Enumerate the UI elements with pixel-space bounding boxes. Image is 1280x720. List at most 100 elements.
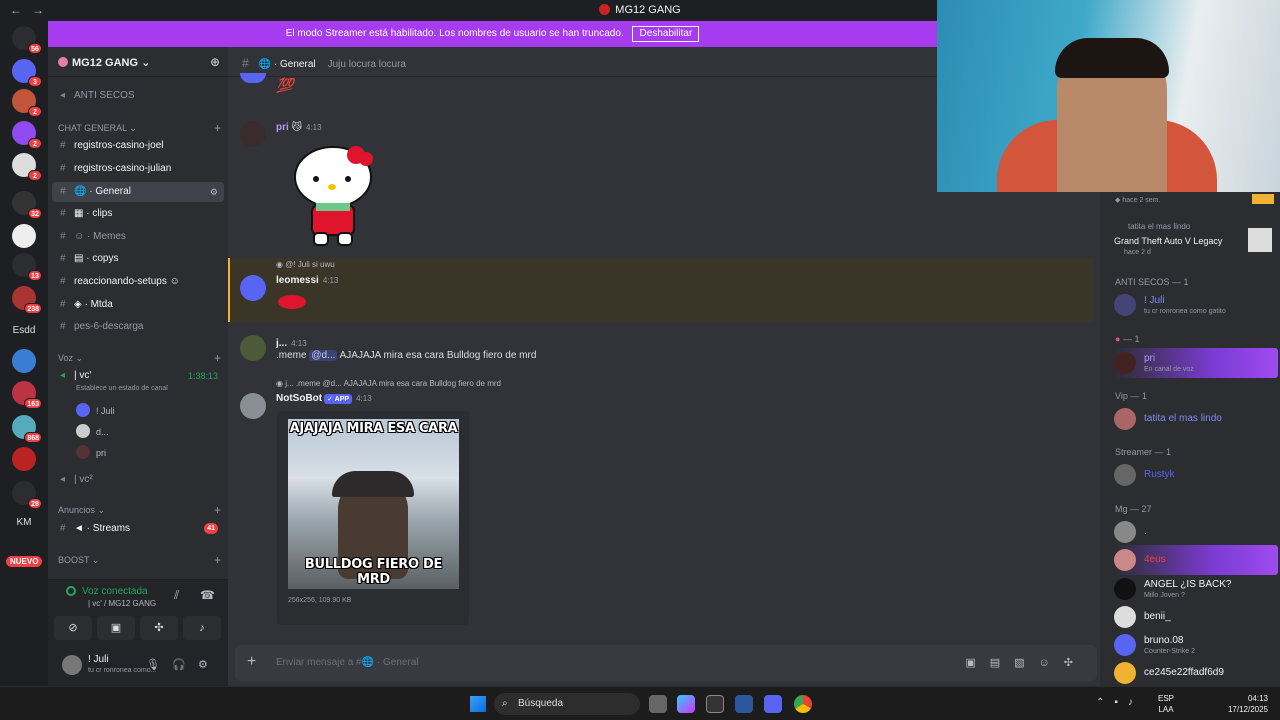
- server-icon[interactable]: [12, 224, 36, 248]
- message-author[interactable]: leomessi: [276, 275, 319, 286]
- member-row[interactable]: benii_: [1114, 602, 1278, 632]
- category-voz[interactable]: Voz ⌄ +: [58, 351, 223, 365]
- app-tray-icon[interactable]: ▪: [1114, 697, 1128, 708]
- channel-registros-casino-julian[interactable]: # registros-casino-julian: [52, 159, 224, 179]
- server-icon-text[interactable]: KM: [10, 511, 38, 535]
- category-chat-general[interactable]: CHAT GENERAL ⌄ +: [58, 121, 223, 135]
- server-icon[interactable]: 868: [12, 415, 42, 443]
- message-author[interactable]: j...: [276, 338, 287, 349]
- apps-icon[interactable]: ✣: [1064, 657, 1087, 669]
- meme-image[interactable]: AJAJAJA MIRA ESA CARA BULLDOG FIERO DE M…: [288, 419, 459, 589]
- channel-pes-6-descarga[interactable]: # pes-6-descarga: [52, 317, 224, 337]
- channel-settings-icon[interactable]: ⚙: [210, 182, 218, 202]
- reply-preview[interactable]: ◉ @! Juli si uwu: [276, 260, 335, 269]
- disconnect-icon[interactable]: ☎: [200, 588, 215, 602]
- screen-share-button[interactable]: ▣: [97, 616, 135, 640]
- channel-streams[interactable]: # ◄ · Streams 41: [52, 519, 224, 539]
- sticker-icon[interactable]: ▧: [1014, 657, 1038, 669]
- server-icon[interactable]: 3: [12, 59, 42, 87]
- user-mention[interactable]: @d...: [309, 350, 338, 361]
- add-channel-icon[interactable]: +: [214, 351, 221, 365]
- disable-streamer-button[interactable]: Deshabilitar: [632, 26, 700, 42]
- category-anuncios[interactable]: Anuncios ⌄ +: [58, 503, 223, 517]
- channel-anti-secos[interactable]: ◂ ANTI SECOS: [52, 86, 224, 106]
- voice-channel-vc1[interactable]: ◂ | vc' 1:38:13: [52, 366, 224, 386]
- channel-topic[interactable]: Juju locura locura: [328, 59, 406, 70]
- soundboard-button[interactable]: ♪: [183, 616, 221, 640]
- add-channel-icon[interactable]: +: [214, 121, 221, 135]
- gift-icon[interactable]: ▣: [965, 657, 989, 669]
- member-row[interactable]: ! Juli tu cr ronronea como gatito: [1114, 290, 1278, 320]
- word-icon[interactable]: [735, 695, 753, 713]
- voice-channel-vc2[interactable]: ◂ | vc²: [52, 470, 224, 490]
- server-icon[interactable]: [12, 349, 36, 373]
- chrome-icon[interactable]: [794, 695, 812, 713]
- voice-user[interactable]: ! Juli: [76, 403, 115, 417]
- channel-general[interactable]: # 🌐 · General ⚙: [52, 182, 224, 202]
- member-row[interactable]: tatita el mas lindo: [1114, 404, 1278, 434]
- user-avatar[interactable]: [240, 335, 266, 361]
- message-composer[interactable]: + Enviar mensaje a #🌐 · General ▣▤▧☺✣: [235, 645, 1097, 681]
- channel-clips[interactable]: # ▦ · clips: [52, 204, 224, 224]
- microphone-icon[interactable]: ♪: [1128, 697, 1143, 708]
- reply-preview[interactable]: ◉ j... .meme @d... AJAJAJA mira esa cara…: [276, 379, 501, 388]
- voice-connected-status[interactable]: Voz conectada: [66, 586, 148, 597]
- channel-copys[interactable]: # ▤ · copys: [52, 249, 224, 269]
- server-icon[interactable]: [12, 447, 36, 471]
- member-row[interactable]: .: [1114, 517, 1278, 547]
- server-icon[interactable]: 32: [12, 191, 42, 219]
- voice-user[interactable]: d...: [76, 424, 109, 438]
- camera-off-button[interactable]: ⊘: [54, 616, 92, 640]
- add-member-icon[interactable]: ⊕: [210, 55, 220, 69]
- server-icon[interactable]: 238: [12, 286, 42, 314]
- microphone-icon[interactable]: 🎙: [146, 658, 160, 671]
- member-row[interactable]: ce245e22ffadf6d9: [1114, 658, 1278, 688]
- bot-avatar[interactable]: [240, 393, 266, 419]
- message-author[interactable]: NotSoBot: [276, 393, 322, 404]
- member-row[interactable]: ANGEL ¿IS BACK? Millo Joven ?: [1114, 574, 1278, 604]
- gear-icon[interactable]: ⚙: [198, 658, 208, 671]
- user-name[interactable]: ! Juli: [88, 654, 109, 665]
- taskbar-search[interactable]: ⌕ Búsqueda: [494, 693, 640, 715]
- voice-location[interactable]: | vc' / MG12 GANG: [88, 599, 156, 608]
- user-avatar[interactable]: [62, 655, 82, 675]
- category-boost[interactable]: BOOST ⌄ +: [58, 553, 223, 567]
- copilot-icon[interactable]: [677, 695, 695, 713]
- emoji-icon[interactable]: ☺: [1039, 657, 1064, 669]
- member-activity-card[interactable]: tatita el mas lindo Grand Theft Auto V L…: [1114, 220, 1278, 260]
- task-view-icon[interactable]: [649, 695, 667, 713]
- user-avatar[interactable]: [240, 121, 266, 147]
- member-row[interactable]: Rustyk: [1114, 460, 1278, 490]
- member-row[interactable]: bruno.08 Counter-Strike 2: [1114, 630, 1278, 660]
- noise-suppression-icon[interactable]: ⫽: [174, 588, 179, 603]
- server-icon[interactable]: 2: [12, 121, 42, 149]
- app-icon[interactable]: [706, 695, 724, 713]
- voice-user[interactable]: pri: [76, 445, 106, 459]
- member-row[interactable]: pri En canal de voz: [1114, 348, 1278, 378]
- message-author[interactable]: pri: [276, 122, 289, 133]
- gif-icon[interactable]: ▤: [990, 657, 1014, 669]
- server-icon[interactable]: 13: [12, 253, 42, 281]
- chevron-up-icon[interactable]: ⌃: [1096, 697, 1114, 708]
- windows-start-icon[interactable]: [470, 696, 486, 712]
- channel-reaccionando-setups[interactable]: # reaccionando-setups ☺: [52, 272, 224, 292]
- channel-registros-casino-joel[interactable]: # registros-casino-joel: [52, 136, 224, 156]
- headphones-icon[interactable]: 🎧: [172, 658, 186, 671]
- server-icon[interactable]: 28: [12, 481, 42, 509]
- server-icon[interactable]: 2: [12, 153, 42, 181]
- attach-plus-icon[interactable]: +: [247, 653, 256, 671]
- add-channel-icon[interactable]: +: [214, 553, 221, 567]
- member-row[interactable]: 4eus: [1114, 545, 1278, 575]
- channel-status-hint[interactable]: Establece un estado de canal: [76, 385, 168, 392]
- server-icon-text[interactable]: Esdd: [10, 319, 38, 343]
- server-header[interactable]: MG12 GANG ⌄ ⊕: [48, 47, 228, 77]
- discord-icon[interactable]: [764, 695, 782, 713]
- language-indicator[interactable]: ESP LAA: [1158, 693, 1174, 715]
- server-icon[interactable]: 2: [12, 89, 42, 117]
- channel-memes[interactable]: # ☺ · Memes: [52, 227, 224, 247]
- add-channel-icon[interactable]: +: [214, 503, 221, 517]
- user-avatar[interactable]: [240, 275, 266, 301]
- clock[interactable]: 04:13 17/12/2025: [1228, 693, 1268, 715]
- direct-messages-icon[interactable]: 56: [12, 26, 42, 54]
- server-icon[interactable]: 163: [12, 381, 42, 409]
